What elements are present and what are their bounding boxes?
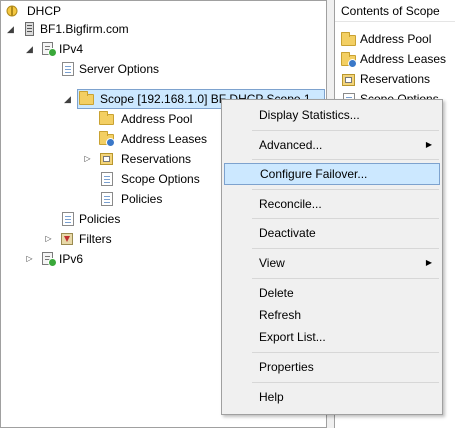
menu-item-help[interactable]: Help <box>224 386 440 408</box>
submenu-arrow-icon: ▶ <box>425 140 432 149</box>
menu-item-refresh[interactable]: Refresh <box>224 304 440 326</box>
filter-icon <box>60 232 76 246</box>
address-leases-icon <box>99 131 115 147</box>
menu-separator <box>252 130 439 131</box>
menu-separator <box>252 382 439 383</box>
collapsed-arrow-icon[interactable]: ▷ <box>83 149 92 169</box>
tree-label-scope-options: Scope Options <box>121 172 200 186</box>
tree-label-server: BF1.Bigfirm.com <box>40 22 129 36</box>
tree-label-reservations: Reservations <box>121 152 192 166</box>
collapsed-arrow-icon[interactable]: ▷ <box>25 249 34 269</box>
menu-separator <box>252 218 439 219</box>
tree-label-address-pool: Address Pool <box>121 112 193 126</box>
expanded-arrow-icon[interactable]: ◢ <box>25 39 34 59</box>
ipv4-icon <box>41 42 57 57</box>
ipv6-icon <box>41 252 57 267</box>
scope-folder-icon <box>79 91 95 106</box>
address-leases-icon <box>341 52 357 68</box>
tree-label-server-options: Server Options <box>79 62 160 76</box>
submenu-arrow-icon: ▶ <box>425 258 432 267</box>
tree-label-filters: Filters <box>79 232 112 246</box>
tree-label-ipv6: IPv6 <box>59 252 84 266</box>
reservations-icon <box>341 73 357 87</box>
policies-icon <box>60 212 76 226</box>
tree-label-policies: Policies <box>79 212 121 226</box>
list-item-label: Reservations <box>360 72 431 86</box>
scope-options-icon <box>99 172 115 186</box>
menu-separator <box>252 189 439 190</box>
policies-icon <box>99 192 115 206</box>
menu-item-view[interactable]: View ▶ <box>224 252 440 274</box>
menu-item-delete[interactable]: Delete <box>224 282 440 304</box>
menu-item-properties[interactable]: Properties <box>224 356 440 378</box>
menu-item-reconcile[interactable]: Reconcile... <box>224 193 440 215</box>
address-pool-icon <box>99 111 115 126</box>
menu-separator <box>252 352 439 353</box>
menu-item-advanced[interactable]: Advanced... ▶ <box>224 134 440 156</box>
list-item-label: Address Pool <box>360 32 432 46</box>
menu-item-export-list[interactable]: Export List... <box>224 326 440 348</box>
server-icon <box>22 22 38 36</box>
menu-item-deactivate[interactable]: Deactivate <box>224 222 440 244</box>
dhcp-icon <box>5 4 21 18</box>
tree-label-scope-policies: Policies <box>121 192 163 206</box>
tree-label-dhcp: DHCP <box>27 4 62 18</box>
tree-label-ipv4: IPv4 <box>59 42 84 56</box>
menu-item-label: Advanced... <box>259 138 323 152</box>
address-pool-icon <box>341 32 357 47</box>
column-header[interactable]: Contents of Scope <box>335 0 455 22</box>
collapsed-arrow-icon[interactable]: ▷ <box>44 229 53 249</box>
list-item-label: Address Leases <box>360 52 447 66</box>
context-menu: Display Statistics... Advanced... ▶ Conf… <box>221 99 443 415</box>
menu-item-display-statistics[interactable]: Display Statistics... <box>224 104 440 126</box>
server-options-icon <box>60 62 76 76</box>
menu-item-label: View <box>259 256 285 270</box>
expanded-arrow-icon[interactable]: ◢ <box>63 89 72 109</box>
expanded-arrow-icon[interactable]: ◢ <box>6 19 15 39</box>
reservations-icon <box>99 152 115 166</box>
menu-separator <box>252 248 439 249</box>
tree-label-address-leases: Address Leases <box>121 132 208 146</box>
menu-separator <box>252 159 439 160</box>
menu-item-configure-failover[interactable]: Configure Failover... <box>224 163 440 185</box>
menu-separator <box>252 278 439 279</box>
